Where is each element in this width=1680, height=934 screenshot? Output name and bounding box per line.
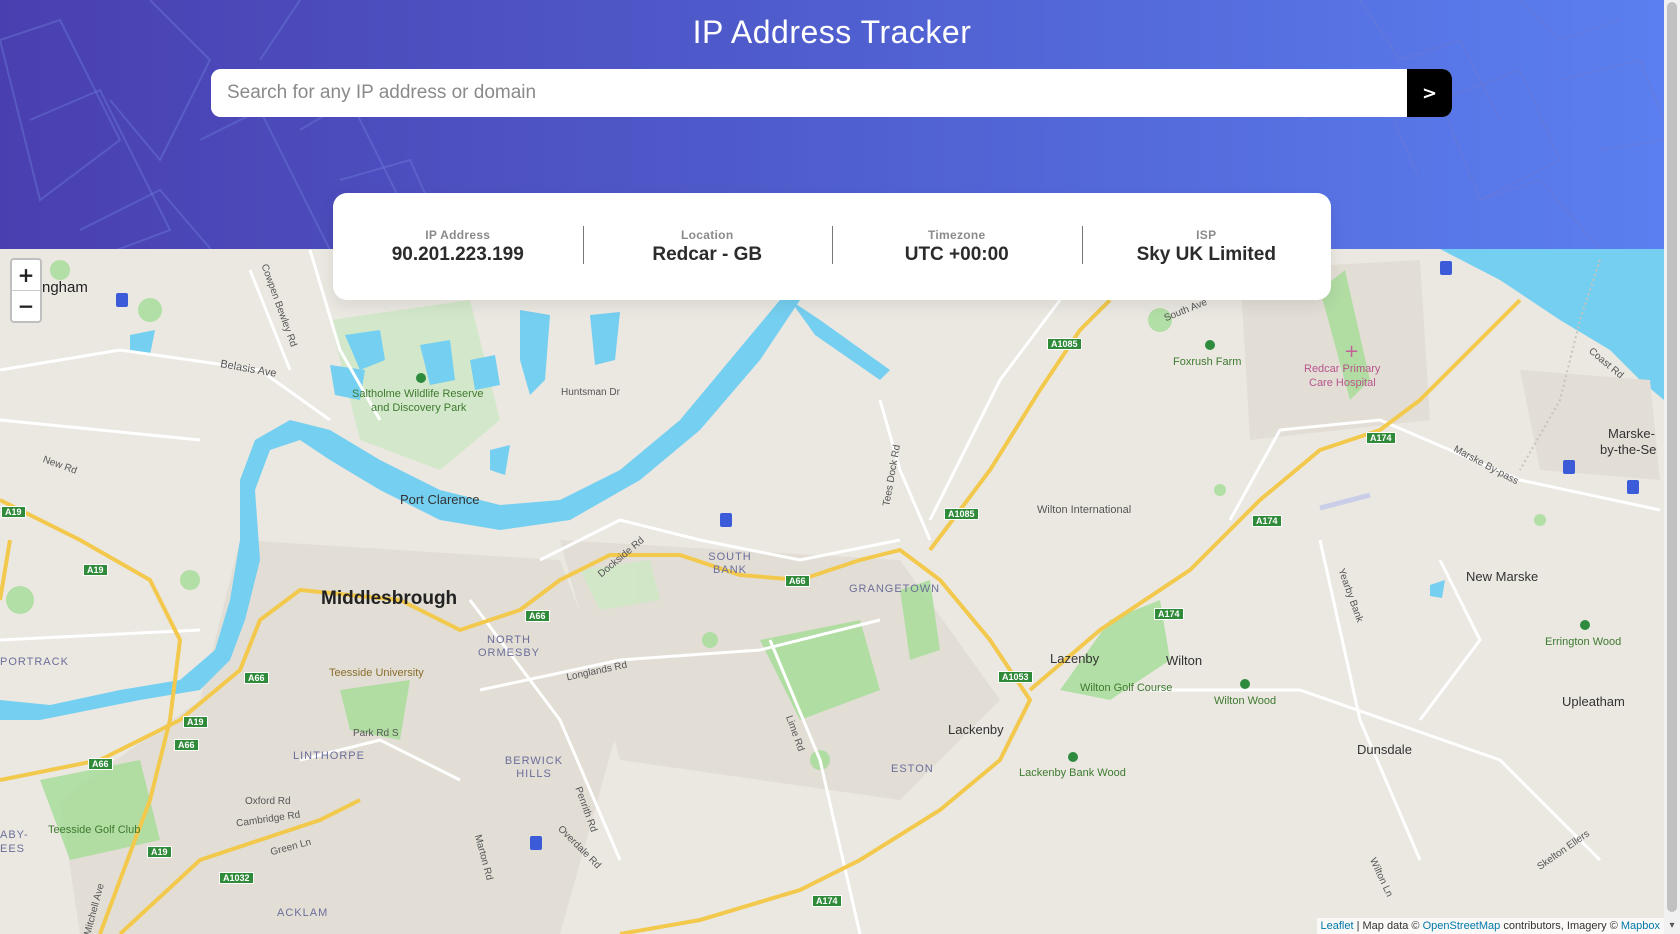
zoom-control: + −: [10, 258, 42, 323]
map-attribution: Leaflet | Map data © OpenStreetMap contr…: [1316, 918, 1664, 934]
page-scrollbar[interactable]: ▾: [1664, 0, 1680, 934]
ip-info-card: IP Address 90.201.223.199 Location Redca…: [333, 193, 1331, 300]
leaflet-link[interactable]: Leaflet: [1321, 920, 1354, 932]
osm-link[interactable]: OpenStreetMap: [1423, 920, 1501, 932]
location-section: Location Redcar - GB: [582, 225, 833, 266]
timezone-label: Timezone: [927, 227, 986, 242]
isp-value: Sky UK Limited: [1136, 243, 1276, 265]
submit-button[interactable]: >: [1407, 69, 1452, 117]
zoom-out-button[interactable]: −: [12, 290, 40, 320]
attribution-text-1: | Map data ©: [1353, 920, 1423, 932]
timezone-value: UTC +00:00: [904, 243, 1009, 265]
search-bar: >: [211, 69, 1452, 117]
isp-label: ISP: [1196, 227, 1217, 242]
scroll-down-icon[interactable]: ▾: [1664, 918, 1680, 934]
page-title: IP Address Tracker: [692, 14, 972, 50]
zoom-in-button[interactable]: +: [12, 260, 40, 290]
location-label: Location: [681, 227, 734, 242]
svg-text:+: +: [1344, 341, 1359, 362]
scrollbar-thumb[interactable]: [1667, 2, 1677, 912]
timezone-section: Timezone UTC +00:00: [832, 225, 1082, 266]
mapbox-link[interactable]: Mapbox: [1621, 920, 1660, 932]
location-value: Redcar - GB: [652, 243, 763, 265]
isp-section: ISP Sky UK Limited: [1081, 225, 1332, 266]
map-tiles[interactable]: +: [0, 249, 1664, 934]
search-input[interactable]: [211, 69, 1407, 117]
ip-address-value: 90.201.223.199: [391, 243, 524, 265]
ip-address-label: IP Address: [425, 227, 491, 242]
map-container[interactable]: +: [0, 249, 1664, 934]
ip-address-section: IP Address 90.201.223.199: [333, 228, 583, 266]
attribution-text-2: contributors, Imagery ©: [1500, 920, 1621, 932]
